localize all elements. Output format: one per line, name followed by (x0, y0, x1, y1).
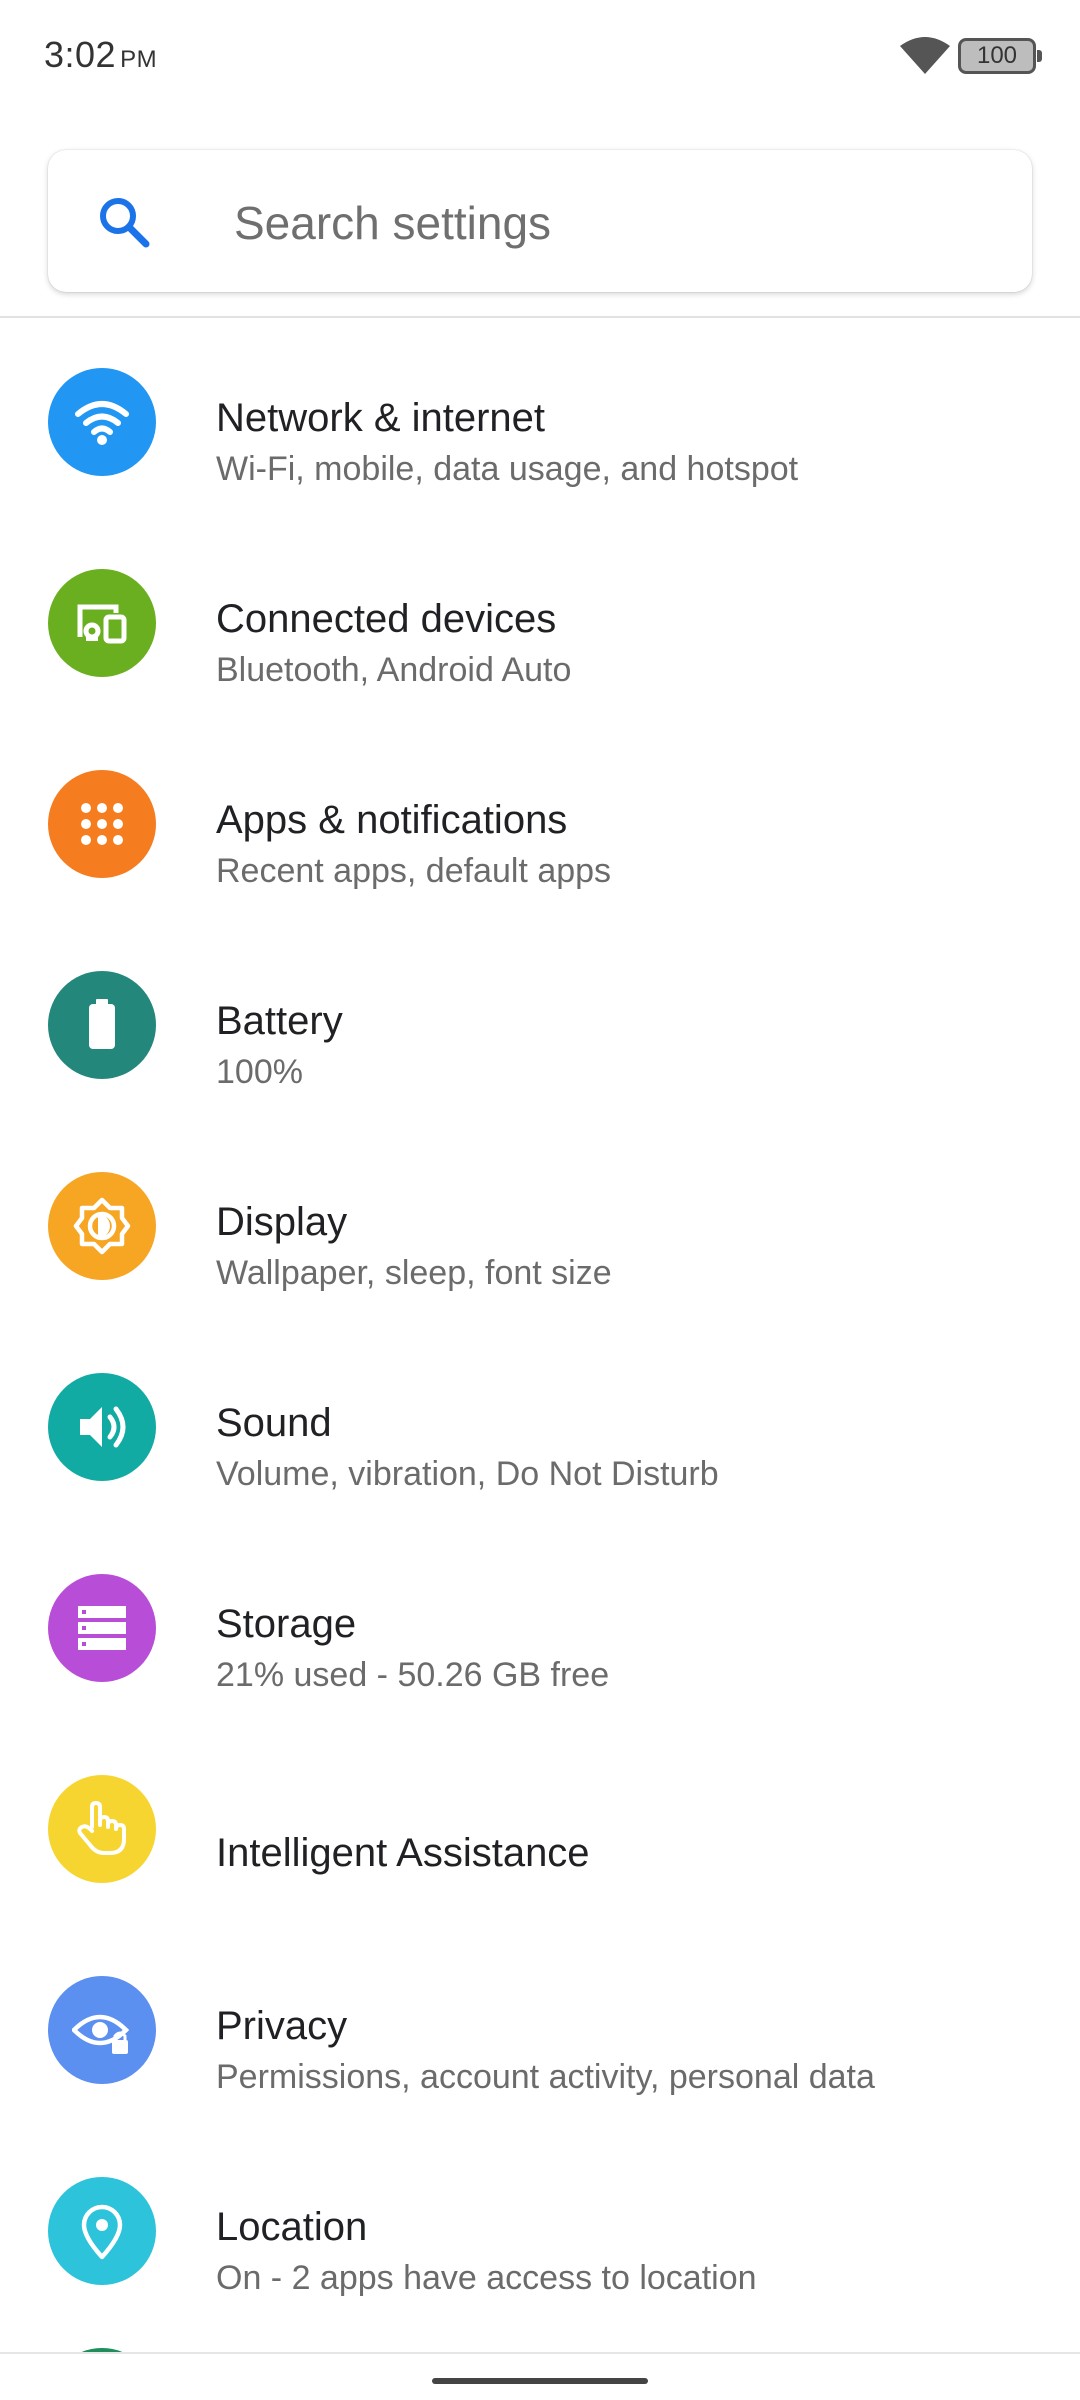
brightness-icon (73, 1197, 131, 1255)
setting-display[interactable]: Display Wallpaper, sleep, font size (0, 1124, 1080, 1325)
setting-subtitle: 100% (216, 1053, 303, 1091)
setting-network-internet[interactable]: Network & internet Wi-Fi, mobile, data u… (0, 320, 1080, 521)
search-icon (100, 198, 150, 248)
setting-title: Location (216, 2205, 368, 2249)
setting-sound[interactable]: Sound Volume, vibration, Do Not Disturb (0, 1325, 1080, 1526)
storage-icon-circle (48, 1574, 156, 1682)
setting-title: Sound (216, 1401, 332, 1445)
setting-storage[interactable]: Storage 21% used - 50.26 GB free (0, 1526, 1080, 1727)
wifi-signal-icon (900, 37, 950, 74)
setting-subtitle: Permissions, account activity, personal … (216, 2058, 875, 2096)
settings-list: Network & internet Wi-Fi, mobile, data u… (0, 320, 1080, 2330)
status-time: 3:02 PM (44, 34, 157, 76)
setting-title: Apps & notifications (216, 798, 568, 842)
gesture-nav-bar (0, 2352, 1080, 2400)
setting-title: Storage (216, 1602, 357, 1646)
storage-icon (78, 1606, 126, 1650)
home-gesture-handle[interactable] (432, 2378, 648, 2384)
setting-battery[interactable]: Battery 100% (0, 923, 1080, 1124)
setting-title: Battery (216, 999, 343, 1043)
setting-title: Connected devices (216, 597, 557, 641)
setting-connected-devices[interactable]: Connected devices Bluetooth, Android Aut… (0, 521, 1080, 722)
privacy-icon-circle (48, 1976, 156, 2084)
status-time-value: 3:02 (44, 34, 117, 75)
hand-pointer-icon (77, 1801, 126, 1855)
setting-subtitle: Wi-Fi, mobile, data usage, and hotspot (216, 450, 799, 488)
setting-intelligent-assistance[interactable]: Intelligent Assistance (0, 1727, 1080, 1928)
setting-title: Intelligent Assistance (216, 1831, 590, 1875)
settings-screen: 3:02 PM 100 Search settings Network & in… (0, 0, 1080, 2400)
header-divider (0, 316, 1080, 318)
sound-icon-circle (48, 1373, 156, 1481)
status-time-ampm: PM (120, 46, 158, 73)
connected-devices-icon (77, 604, 127, 644)
eye-lock-icon (72, 2014, 130, 2054)
setting-privacy[interactable]: Privacy Permissions, account activity, p… (0, 1928, 1080, 2129)
setting-subtitle: 21% used - 50.26 GB free (216, 1656, 610, 1694)
location-icon-circle (48, 2177, 156, 2285)
wifi-icon (75, 401, 129, 445)
setting-title: Display (216, 1200, 348, 1244)
setting-subtitle: Wallpaper, sleep, font size (216, 1254, 612, 1292)
assistance-icon-circle (48, 1775, 156, 1883)
battery-status-icon: 100 (958, 38, 1042, 74)
setting-apps-notifications[interactable]: Apps & notifications Recent apps, defaul… (0, 722, 1080, 923)
setting-title: Network & internet (216, 396, 546, 440)
setting-subtitle: Bluetooth, Android Auto (216, 651, 572, 689)
search-bar[interactable]: Search settings (48, 150, 1032, 292)
setting-title: Privacy (216, 2004, 348, 2048)
speaker-icon (80, 1406, 126, 1448)
battery-icon (89, 999, 115, 1049)
connected-devices-icon-circle (48, 569, 156, 677)
setting-subtitle: Volume, vibration, Do Not Disturb (216, 1455, 719, 1493)
setting-location[interactable]: Location On - 2 apps have access to loca… (0, 2129, 1080, 2330)
search-placeholder: Search settings (234, 197, 552, 249)
battery-icon-circle (48, 971, 156, 1079)
display-icon-circle (48, 1172, 156, 1280)
location-pin-icon (81, 2204, 123, 2260)
network-icon-circle (48, 368, 156, 476)
apps-icon-circle (48, 770, 156, 878)
battery-level: 100 (976, 42, 1018, 69)
apps-grid-icon (81, 803, 123, 845)
setting-subtitle: Recent apps, default apps (216, 852, 612, 890)
status-bar: 3:02 PM 100 (0, 0, 1080, 110)
setting-subtitle: On - 2 apps have access to location (216, 2259, 757, 2297)
